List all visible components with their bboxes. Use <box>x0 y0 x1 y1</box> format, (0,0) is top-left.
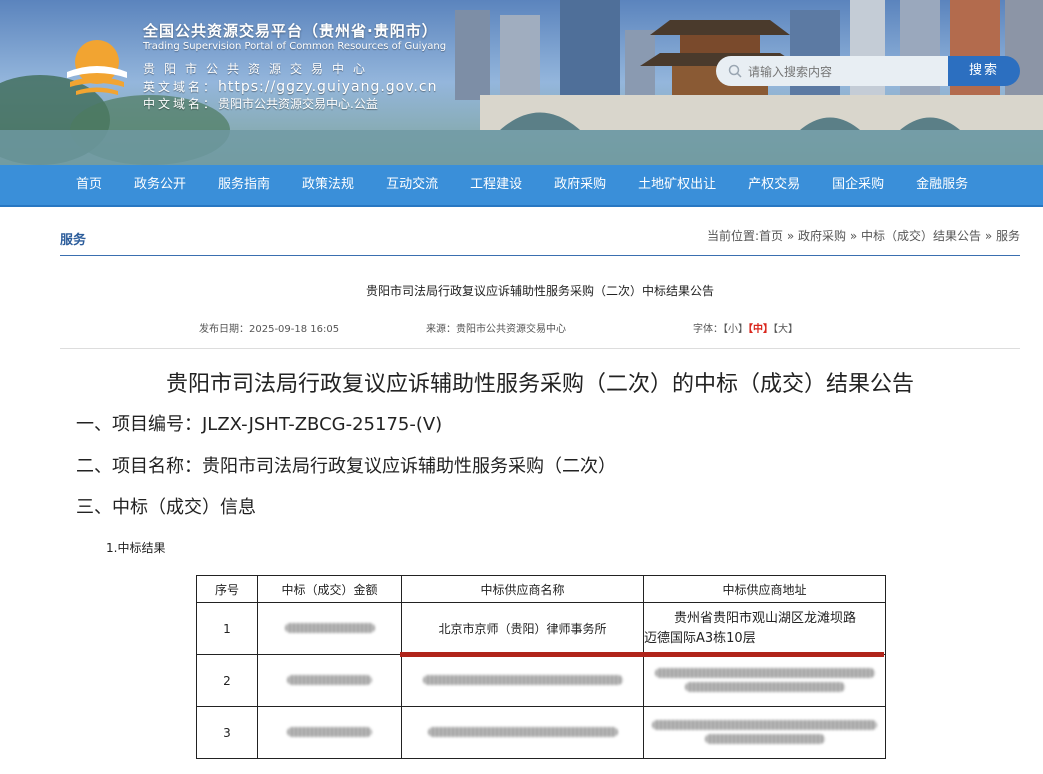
row-no: 3 <box>196 706 258 759</box>
col-header-no: 序号 <box>196 575 258 603</box>
article-title: 贵阳市司法局行政复议应诉辅助性服务采购（二次）中标结果公告 <box>365 284 714 298</box>
font-medium-button[interactable]: 【中】 <box>748 324 773 335</box>
col-header-supplier: 中标供应商名称 <box>401 575 644 603</box>
breadcrumb-prefix: 当前位置: <box>706 229 759 243</box>
breadcrumb-home[interactable]: 首页 <box>759 229 783 243</box>
search-icon <box>728 64 742 78</box>
domain-cn-label: 中文域名： <box>143 97 219 111</box>
col-header-address: 中标供应商地址 <box>643 575 886 603</box>
nav-item-service-guide[interactable]: 服务指南 <box>202 165 286 205</box>
table-row: 2 <box>196 654 886 707</box>
header-banner: 全国公共资源交易平台（贵州省·贵阳市） Trading Supervision … <box>0 0 1043 165</box>
nav-item-interaction[interactable]: 互动交流 <box>370 165 454 205</box>
row-no: 1 <box>196 602 258 655</box>
document-heading: 贵阳市司法局行政复议应诉辅助性服务采购（二次）的中标（成交）结果公告 <box>165 372 914 397</box>
domain-en-label: 英文域名： <box>143 80 219 94</box>
project-number: 一、项目编号：JLZX-JSHT-ZBCG-25175-(V) <box>76 414 443 435</box>
breadcrumb-service[interactable]: 服务 <box>996 229 1020 243</box>
nav-item-finance[interactable]: 金融服务 <box>900 165 984 205</box>
table-header-row: 序号 中标（成交）金额 中标供应商名称 中标供应商地址 <box>196 575 886 603</box>
row-address-line1: 贵州省贵阳市观山湖区龙滩坝路 <box>674 610 857 626</box>
domain-en-row: 英文域名：https://ggzy.guiyang.gov.cn <box>143 78 437 95</box>
site-subtitle-en: Trading Supervision Portal of Common Res… <box>143 41 447 52</box>
row-no: 2 <box>196 654 258 707</box>
section-title: 服务 <box>60 233 87 248</box>
row-address-line2: 迈德国际A3栋10层 <box>644 630 756 646</box>
award-result-table: 序号 中标（成交）金额 中标供应商名称 中标供应商地址 1 北京市京师（贵阳）律… <box>196 575 886 759</box>
nav-item-property-trade[interactable]: 产权交易 <box>732 165 816 205</box>
row-amount-redacted <box>257 602 402 655</box>
domain-cn-value[interactable]: 贵阳市公共资源交易中心.公益 <box>218 97 378 111</box>
section-header: 服务 当前位置:首页 » 政府采购 » 中标（成交）结果公告 » 服务 <box>60 222 1020 256</box>
nav-item-land-mining[interactable]: 土地矿权出让 <box>622 165 732 205</box>
breadcrumb-sep: » <box>981 229 996 243</box>
award-info-heading: 三、中标（成交）信息 <box>76 497 256 518</box>
search-input[interactable] <box>746 56 940 88</box>
row-address-redacted <box>643 654 886 707</box>
font-size-label: 字体： <box>693 324 723 335</box>
row-amount-redacted <box>257 706 402 759</box>
nav-item-construction[interactable]: 工程建设 <box>454 165 538 205</box>
breadcrumb-result-notice[interactable]: 中标（成交）结果公告 <box>861 229 981 243</box>
search-button[interactable]: 搜索 <box>948 56 1020 86</box>
main-nav: 首页 政务公开 服务指南 政策法规 互动交流 工程建设 政府采购 土地矿权出让 … <box>0 165 1043 207</box>
row-supplier-redacted <box>401 654 644 707</box>
row-supplier-redacted <box>401 706 644 759</box>
row-address-redacted <box>643 706 886 759</box>
font-large-button[interactable]: 【大】 <box>773 324 798 335</box>
site-title: 全国公共资源交易平台（贵州省·贵阳市） <box>143 22 438 40</box>
article-source: 来源：贵阳市公共资源交易中心 <box>426 324 566 335</box>
row-address: 贵州省贵阳市观山湖区龙滩坝路 迈德国际A3栋10层 <box>643 602 886 655</box>
breadcrumb-sep: » <box>783 229 798 243</box>
search-box <box>716 56 948 88</box>
breadcrumb-gov-procurement[interactable]: 政府采购 <box>798 229 846 243</box>
nav-item-gov-affairs[interactable]: 政务公开 <box>118 165 202 205</box>
logo-icon <box>67 40 127 95</box>
table-row: 3 <box>196 706 886 759</box>
font-small-button[interactable]: 【小】 <box>723 324 748 335</box>
nav-item-gov-procurement[interactable]: 政府采购 <box>538 165 622 205</box>
breadcrumb-sep: » <box>846 229 861 243</box>
nav-item-policies[interactable]: 政策法规 <box>286 165 370 205</box>
domain-cn-row: 中文域名：贵阳市公共资源交易中心.公益 <box>143 95 378 112</box>
site-org-name: 贵阳市公共资源交易中心 <box>143 62 375 76</box>
breadcrumb: 当前位置:首页 » 政府采购 » 中标（成交）结果公告 » 服务 <box>707 227 1020 244</box>
domain-en-value[interactable]: https://ggzy.guiyang.gov.cn <box>218 79 437 95</box>
divider <box>60 348 1020 349</box>
row-supplier: 北京市京师（贵阳）律师事务所 <box>401 602 644 655</box>
font-size-selector: 字体：【小】【中】【大】 <box>693 320 798 335</box>
publish-date: 发布日期：2025-09-18 16:05 <box>199 324 340 335</box>
project-name: 二、项目名称：贵阳市司法局行政复议应诉辅助性服务采购（二次） <box>76 456 616 477</box>
award-result-label: 1.中标结果 <box>106 541 166 555</box>
nav-item-soe-procurement[interactable]: 国企采购 <box>816 165 900 205</box>
row-amount-redacted <box>257 654 402 707</box>
table-row: 1 北京市京师（贵阳）律师事务所 贵州省贵阳市观山湖区龙滩坝路 迈德国际A3栋1… <box>196 602 886 655</box>
red-underline-highlight <box>400 652 884 657</box>
nav-item-home[interactable]: 首页 <box>60 165 118 205</box>
col-header-amount: 中标（成交）金额 <box>257 575 402 603</box>
